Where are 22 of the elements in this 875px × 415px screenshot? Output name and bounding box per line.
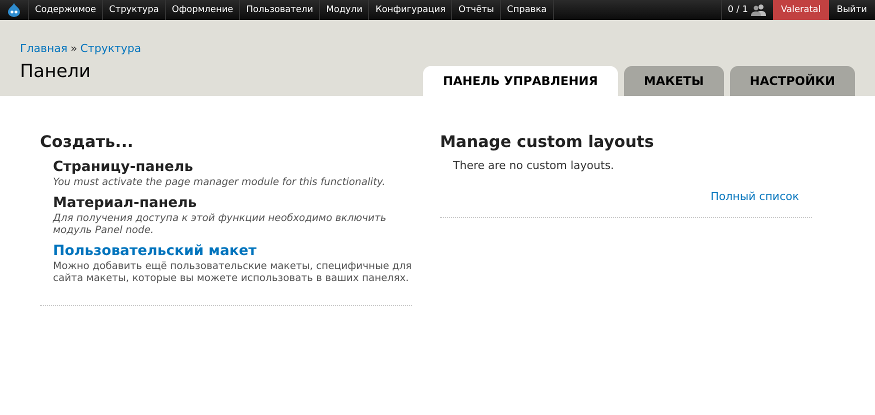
empty-message: There are no custom layouts. <box>452 159 616 172</box>
users-icon <box>750 4 767 16</box>
breadcrumb-separator: » <box>70 42 78 55</box>
section-title: Manage custom layouts <box>440 132 655 151</box>
tab[interactable]: МАКЕТЫ <box>624 66 724 96</box>
section-title: Создать... <box>40 132 134 151</box>
drop-logo-icon[interactable] <box>8 3 20 17</box>
item-title: Страницу-панель <box>53 159 194 175</box>
user-link[interactable]: Valeratal <box>772 0 829 20</box>
item-title: Материал-панель <box>53 195 198 211</box>
note: Для получения доступа к этой функции необходимо включить модуль Panel node. <box>53 213 388 237</box>
description: Можно добавить ещё пользовательские макеты, специфичные для сайта макеты, которые вы можете использовать в ваших панелях. <box>53 261 412 285</box>
full-list-link[interactable]: Полный список <box>710 190 799 203</box>
tab[interactable]: НАСТРОЙКИ <box>730 66 855 96</box>
custom-layout-link[interactable]: Пользовательский макет <box>53 243 412 259</box>
note: You must activate the page manager module for this functionality. <box>53 177 386 189</box>
breadcrumb-link[interactable]: Главная <box>20 42 68 55</box>
users-count: 0 / 1 <box>728 5 748 15</box>
breadcrumb-link[interactable]: Структура <box>80 42 142 55</box>
tab[interactable]: ПАНЕЛЬ УПРАВЛЕНИЯ <box>423 66 618 96</box>
page-title: Панели <box>20 61 92 82</box>
logout-link[interactable]: Выйти <box>828 0 875 20</box>
